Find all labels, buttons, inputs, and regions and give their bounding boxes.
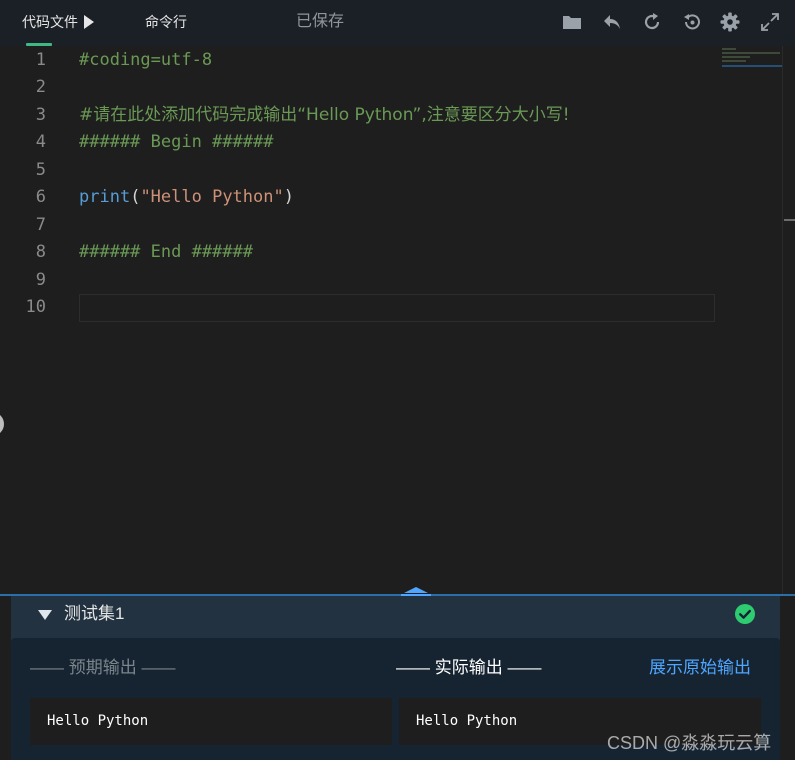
string-literal: "Hello Python": [140, 187, 284, 207]
open-paren: (: [130, 187, 141, 207]
expected-output-box: Hello Python: [30, 698, 392, 745]
tab-code-files[interactable]: 代码文件: [22, 0, 94, 46]
side-panel-handle[interactable]: [0, 412, 4, 436]
code-line-6[interactable]: print("Hello Python"): [79, 184, 294, 211]
vertical-scrollbar[interactable]: [782, 46, 795, 596]
show-raw-output-link[interactable]: 展示原始输出: [649, 656, 751, 680]
tab-code-files-label: 代码文件: [22, 14, 78, 30]
collapse-caret-icon[interactable]: [38, 610, 52, 620]
code-editor[interactable]: 1 2 3 4 5 6 7 8 9 10 #coding=utf-8 #请在此处…: [0, 46, 795, 596]
line-number: 3: [35, 105, 46, 125]
test-set-title: 测试集1: [64, 604, 125, 623]
restore-icon[interactable]: [681, 11, 703, 33]
refresh-icon[interactable]: [641, 11, 663, 33]
tab-command-line[interactable]: 命令行: [145, 0, 187, 46]
gear-icon[interactable]: [719, 11, 741, 33]
editor-toolbar: 代码文件 命令行 已保存: [0, 0, 795, 46]
play-icon: [84, 15, 94, 29]
line-number: 6: [35, 187, 46, 207]
code-line-4[interactable]: ###### Begin ######: [79, 129, 273, 156]
line-number: 7: [35, 215, 46, 235]
expected-output-label: —— 预期输出 ——: [30, 658, 176, 677]
line-number: 8: [35, 242, 46, 262]
line-number: 5: [35, 160, 46, 180]
save-status: 已保存: [296, 13, 345, 30]
actual-output-label: —— 实际输出 ——: [396, 658, 542, 677]
minimap-viewport: [722, 65, 782, 67]
close-paren: ): [283, 187, 294, 207]
undo-icon[interactable]: [601, 11, 623, 33]
line-number: 2: [35, 77, 46, 97]
code-line-1[interactable]: #coding=utf-8: [79, 47, 212, 74]
folder-icon[interactable]: [561, 11, 583, 33]
check-circle-icon: [735, 604, 755, 624]
current-line-highlight: [79, 294, 715, 322]
scrollbar-marker: [784, 219, 795, 221]
tab-command-line-label: 命令行: [145, 14, 187, 30]
line-number: 4: [35, 132, 46, 152]
watermark-text: CSDN @淼淼玩云算: [607, 733, 772, 753]
line-number: 10: [25, 297, 46, 317]
test-set-header[interactable]: 测试集1: [11, 596, 780, 636]
line-number: 1: [35, 50, 46, 70]
code-line-8[interactable]: ###### End ######: [79, 239, 253, 266]
print-keyword: print: [79, 187, 131, 207]
code-line-3[interactable]: #请在此处添加代码完成输出“Hello Python”,注意要区分大小写!: [79, 102, 570, 129]
fullscreen-icon[interactable]: [759, 11, 781, 33]
line-number: 9: [35, 270, 46, 290]
